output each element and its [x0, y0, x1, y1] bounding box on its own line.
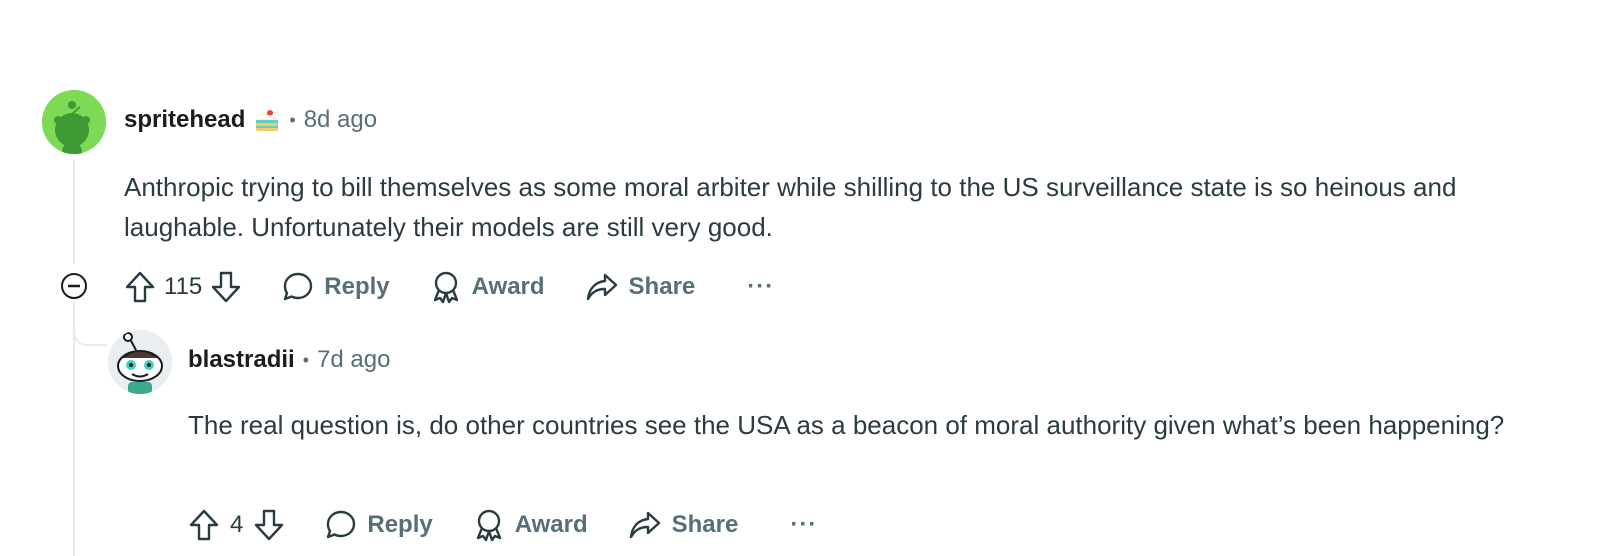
avatar[interactable] — [42, 90, 106, 154]
reply-button[interactable]: Reply — [325, 509, 433, 541]
comment-action-bar: 4 Reply Award Share ··· — [188, 505, 817, 545]
thread-line — [73, 300, 75, 556]
award-icon — [430, 270, 462, 304]
downvote-icon[interactable] — [210, 270, 242, 304]
share-button[interactable]: Share — [628, 509, 739, 541]
thread-line — [73, 160, 75, 264]
downvote-icon[interactable] — [253, 508, 285, 542]
comment-bubble-icon — [282, 271, 314, 303]
thread-elbow-line — [73, 300, 107, 346]
award-label: Award — [514, 511, 588, 538]
comment-header: blastradii • 7d ago — [188, 346, 390, 374]
comment-body: The real question is, do other countries… — [188, 410, 1505, 440]
award-button[interactable]: Award — [473, 508, 588, 542]
separator: • — [289, 109, 296, 130]
share-label: Share — [628, 273, 696, 300]
collapse-thread-icon[interactable] — [59, 271, 89, 301]
timestamp[interactable]: 8d ago — [304, 106, 377, 134]
award-button[interactable]: Award — [430, 270, 545, 304]
comment-bubble-icon — [325, 509, 357, 541]
comment-action-bar: 115 Reply Award Share ··· — [124, 267, 774, 307]
comment-body: Anthropic trying to bill themselves as s… — [124, 172, 1457, 242]
upvote-icon[interactable] — [124, 270, 156, 304]
reply-label: Reply — [324, 273, 390, 300]
vote-group: 4 — [188, 508, 285, 542]
snoo-avatar-icon — [108, 330, 172, 394]
more-options-button[interactable]: ··· — [790, 511, 817, 539]
reply-label: Reply — [367, 511, 433, 538]
award-label: Award — [471, 273, 545, 300]
award-icon — [473, 508, 505, 542]
share-label: Share — [671, 511, 739, 538]
share-button[interactable]: Share — [585, 271, 696, 303]
username[interactable]: blastradii — [188, 346, 295, 374]
timestamp[interactable]: 7d ago — [317, 346, 390, 374]
more-options-button[interactable]: ··· — [747, 273, 774, 301]
upvote-icon[interactable] — [188, 508, 220, 542]
share-icon — [628, 509, 662, 541]
comment-header: spritehead • 8d ago — [124, 106, 377, 134]
username[interactable]: spritehead — [124, 106, 245, 134]
share-icon — [585, 271, 619, 303]
snoo-avatar-icon — [42, 90, 106, 154]
avatar[interactable] — [108, 330, 172, 394]
vote-group: 115 — [124, 270, 242, 304]
vote-count: 115 — [164, 273, 203, 300]
cake-icon — [253, 106, 281, 134]
reply-button[interactable]: Reply — [282, 271, 390, 303]
vote-count: 4 — [230, 511, 244, 538]
separator: • — [302, 349, 310, 370]
